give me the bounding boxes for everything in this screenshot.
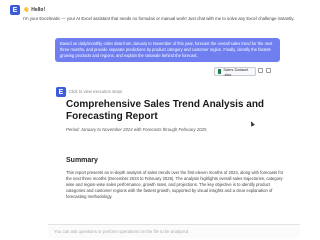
chevron-left-icon: ‹ xyxy=(66,89,68,94)
report-period: Period: January to November 2024 with Fo… xyxy=(66,127,207,132)
user-message-bubble: Based on daily/monthly order data from J… xyxy=(55,38,280,62)
report-title: Comprehensive Sales Trend Analysis and F… xyxy=(66,99,265,122)
execution-steps-link[interactable]: ‹ Click to view execution steps xyxy=(66,87,122,97)
greeting-header: 👋 Hello! xyxy=(23,5,45,15)
assistant-avatar-reply: E xyxy=(56,87,66,97)
greeting-text: I'm your Excelmatic — your AI Excel assi… xyxy=(23,16,295,21)
copy-icon[interactable] xyxy=(258,68,263,73)
wave-icon: 👋 xyxy=(23,7,30,13)
greeting-title: Hello! xyxy=(31,7,46,13)
attachment-chip[interactable]: Sales Dataset .xlsx xyxy=(214,66,256,77)
summary-text: This report presents an in-depth analysi… xyxy=(66,170,284,199)
chat-input[interactable]: You can ask questions or perform operati… xyxy=(48,224,300,238)
excel-file-icon xyxy=(218,69,222,74)
summary-heading: Summary xyxy=(66,157,98,164)
edit-icon[interactable] xyxy=(266,68,271,73)
assistant-avatar: E xyxy=(10,5,20,15)
message-actions xyxy=(258,68,271,73)
attachment-name: Sales Dataset .xlsx xyxy=(223,66,249,77)
chat-input-placeholder: You can ask questions or perform operati… xyxy=(54,229,189,234)
execution-steps-label: Click to view execution steps xyxy=(68,89,123,94)
